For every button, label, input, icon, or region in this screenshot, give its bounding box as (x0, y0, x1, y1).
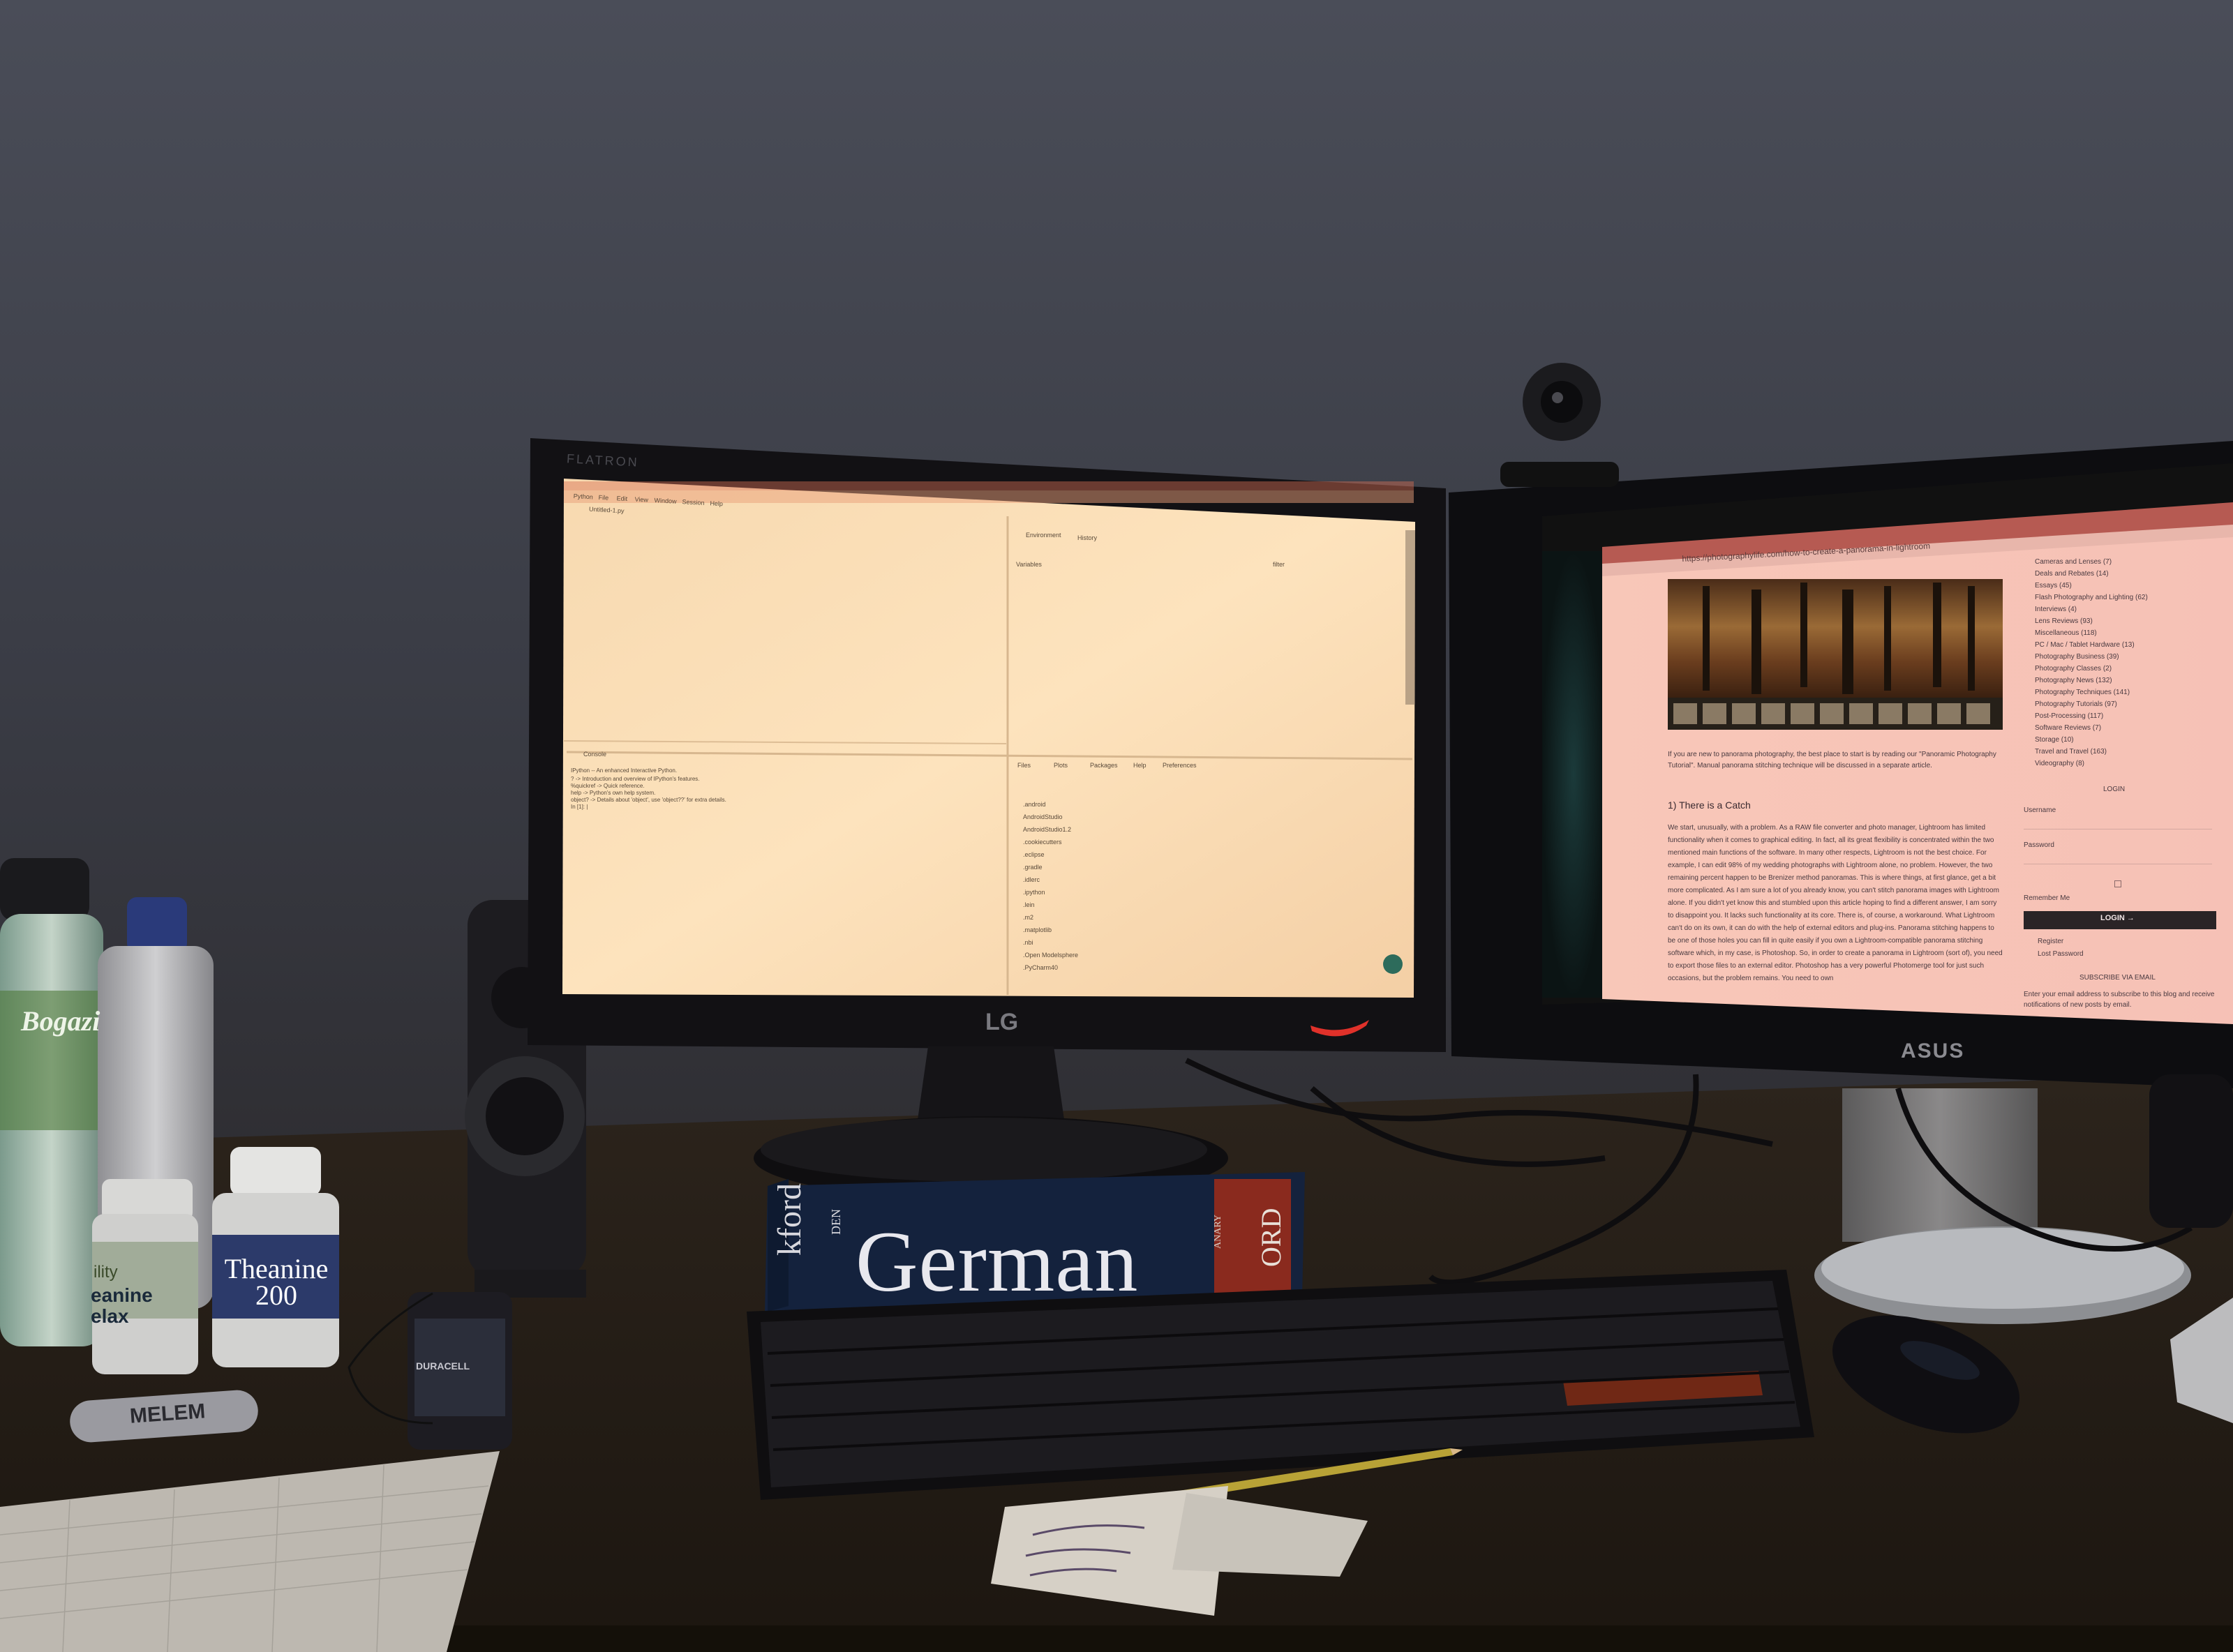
menu-window[interactable]: Window (654, 497, 676, 505)
remember-checkbox[interactable] (2114, 880, 2121, 887)
file-item[interactable]: .gradle (1023, 864, 1043, 871)
menu-session[interactable]: Session (682, 498, 705, 506)
category-link[interactable]: Photography Techniques (141) (2035, 689, 2130, 696)
file-item[interactable]: .eclipse (1023, 851, 1045, 858)
asus-logo: ASUS (1901, 1039, 1965, 1062)
category-link[interactable]: Photography Classes (2) (2035, 665, 2112, 673)
file-item[interactable]: AndroidStudio (1023, 813, 1063, 820)
console-prompt[interactable]: In [1]: | (571, 804, 588, 810)
category-link[interactable]: Cameras and Lenses (7) (2035, 558, 2112, 566)
tab-packages[interactable]: Packages (1090, 762, 1118, 769)
console-line: %quickref -> Quick reference. (571, 783, 645, 789)
category-link[interactable]: Deals and Rebates (14) (2035, 570, 2109, 578)
tab-files[interactable]: Files (1017, 762, 1031, 769)
category-link[interactable]: Miscellaneous (118) (2035, 629, 2097, 637)
category-link[interactable]: Lens Reviews (93) (2035, 617, 2093, 625)
tab-plots[interactable]: Plots (1054, 762, 1068, 769)
env-variables-label: Variables (1016, 561, 1042, 568)
file-item[interactable]: .lein (1023, 901, 1035, 908)
file-item[interactable]: .ipython (1023, 889, 1045, 896)
bottle-label: Bogazi (21, 1005, 100, 1037)
console-line: object? -> Details about 'object', use '… (571, 797, 726, 803)
env-search-input[interactable]: filter (1273, 561, 1285, 568)
file-item[interactable]: .android (1023, 801, 1046, 808)
category-link[interactable]: Photography Business (39) (2035, 653, 2119, 661)
file-item[interactable]: .PyCharm40 (1023, 964, 1058, 971)
menu-python[interactable]: Python (573, 493, 593, 500)
battery-label: DURACELL (416, 1360, 470, 1372)
book-side-right: ORD (1255, 1208, 1287, 1267)
file-item[interactable]: .nbi (1023, 939, 1033, 946)
article-paragraph: We start, unusually, with a problem. As … (1668, 824, 2003, 982)
password-label: Password (2024, 841, 2054, 849)
category-link[interactable]: Storage (10) (2035, 736, 2074, 744)
password-field[interactable] (2024, 854, 2212, 864)
menu-edit[interactable]: Edit (616, 495, 627, 502)
file-item[interactable]: .matplotlib (1023, 926, 1052, 933)
login-title: LOGIN (2103, 786, 2126, 793)
category-link[interactable]: Flash Photography and Lighting (62) (2035, 594, 2148, 601)
green-bottle (0, 858, 103, 1346)
category-link[interactable]: PC / Mac / Tablet Hardware (13) (2035, 641, 2135, 649)
tab-history[interactable]: History (1077, 534, 1097, 541)
file-item[interactable]: .Open Modelsphere (1023, 952, 1078, 959)
supplement-small-label: eanine elax (91, 1284, 153, 1327)
category-link[interactable]: Post-Processing (117) (2035, 712, 2103, 720)
file-item[interactable]: .m2 (1023, 914, 1033, 921)
file-item[interactable]: AndroidStudio1.2 (1023, 826, 1071, 833)
article-heading: 1) There is a Catch (1668, 799, 1751, 811)
username-field[interactable] (2024, 819, 2212, 829)
category-link[interactable]: Software Reviews (7) (2035, 724, 2101, 732)
article-intro: If you are new to panorama photography, … (1668, 751, 1996, 769)
register-link[interactable]: Register (2038, 938, 2063, 945)
file-item[interactable]: .cookiecutters (1023, 839, 1062, 846)
category-link[interactable]: Photography Tutorials (97) (2035, 700, 2117, 708)
subscribe-text: Enter your email address to subscribe to… (2024, 991, 2215, 1009)
console-line: ? -> Introduction and overview of IPytho… (571, 776, 700, 782)
lg-logo: LG (985, 1009, 1019, 1035)
tab-environment[interactable]: Environment (1026, 532, 1061, 539)
lost-password-link[interactable]: Lost Password (2038, 950, 2084, 958)
tab-preferences[interactable]: Preferences (1163, 762, 1197, 769)
file-item[interactable]: .idlerc (1023, 876, 1040, 883)
username-label: Username (2024, 806, 2056, 814)
category-link[interactable]: Interviews (4) (2035, 606, 2077, 613)
book-side-left: kford (771, 1183, 808, 1256)
console-tab[interactable]: Console (583, 751, 606, 758)
supplement-small-label-top: ility (94, 1263, 118, 1282)
console-line: IPython -- An enhanced Interactive Pytho… (571, 767, 678, 774)
book-title: German (856, 1214, 1139, 1309)
book-side-small: ANARY (1213, 1214, 1223, 1249)
menu-help[interactable]: Help (710, 500, 723, 507)
menu-file[interactable]: File (598, 494, 608, 502)
category-link[interactable]: Videography (8) (2035, 760, 2084, 767)
tab-help[interactable]: Help (1133, 762, 1147, 769)
category-link[interactable]: Essays (45) (2035, 582, 2072, 590)
remember-label: Remember Me (2024, 894, 2070, 902)
category-link[interactable]: Photography News (132) (2035, 677, 2112, 684)
book-side-sub: DEN (829, 1209, 843, 1235)
supplement-theanine-label: Theanine 200 (224, 1253, 329, 1311)
subscribe-title: SUBSCRIBE VIA EMAIL (2079, 974, 2156, 982)
console-line: help -> Python's own help system. (571, 790, 656, 796)
login-button[interactable]: LOGIN → (2100, 914, 2135, 922)
category-link[interactable]: Travel and Travel (163) (2035, 748, 2107, 756)
menu-view[interactable]: View (634, 496, 648, 504)
